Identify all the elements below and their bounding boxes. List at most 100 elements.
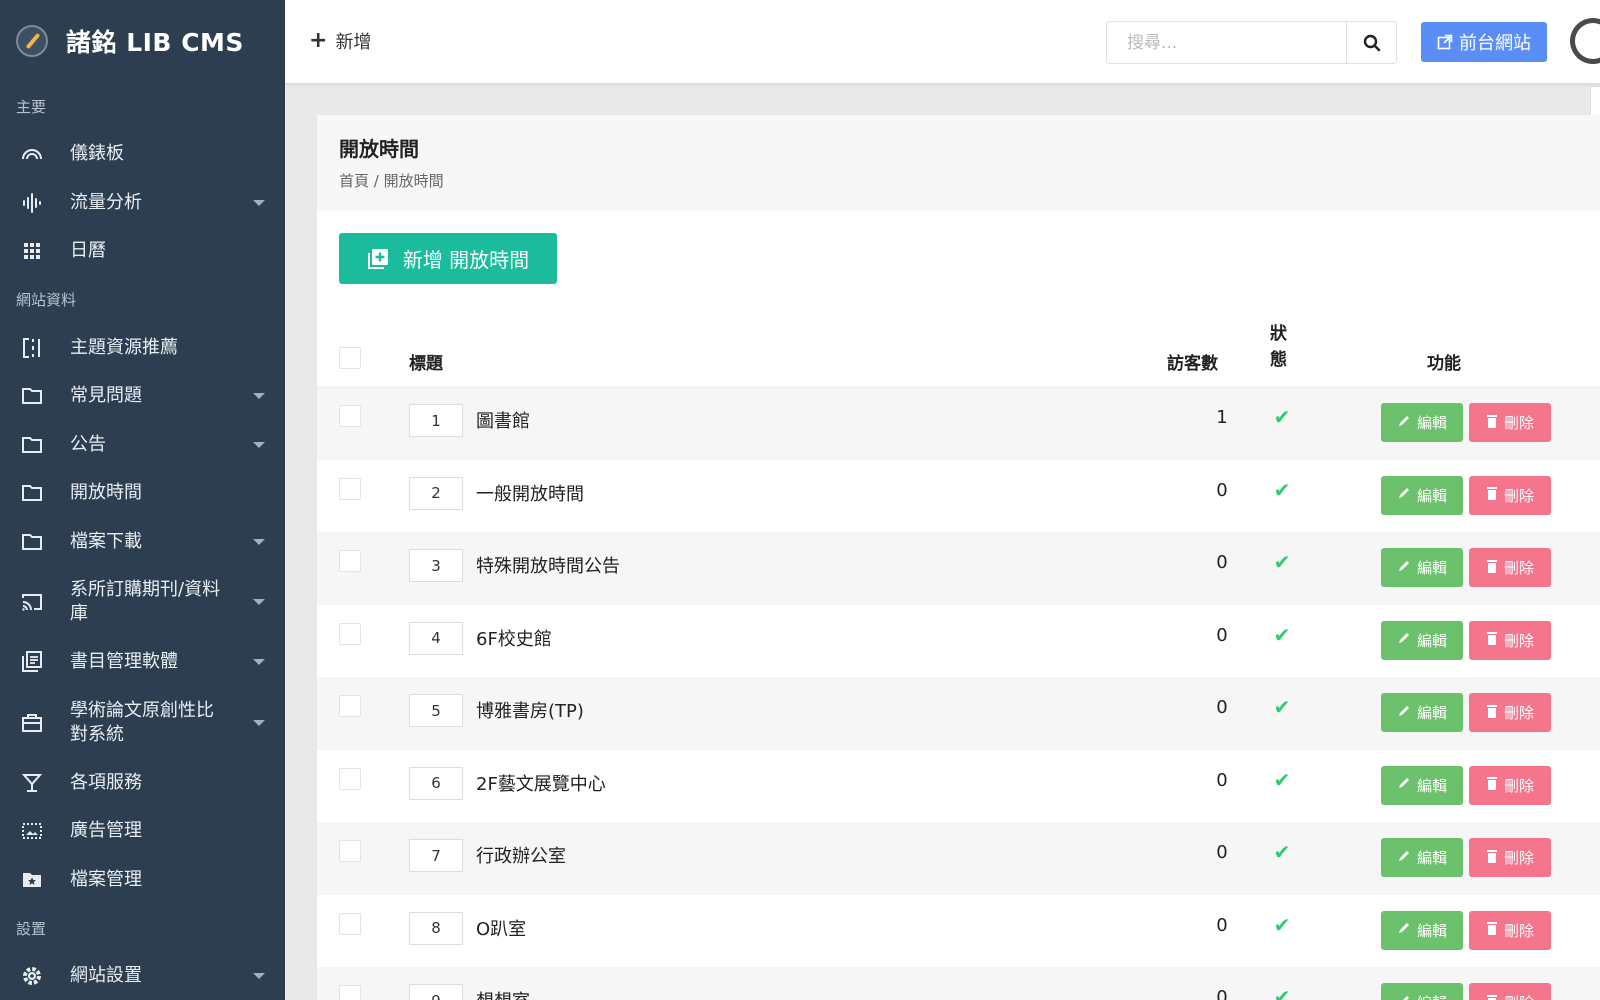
row-checkbox[interactable] <box>339 550 361 572</box>
delete-button[interactable]: 刪除 <box>1469 403 1551 442</box>
front-site-button[interactable]: 前台網站 <box>1421 22 1547 62</box>
status-check-icon[interactable]: ✔ <box>1267 840 1297 864</box>
delete-button[interactable]: 刪除 <box>1469 475 1551 515</box>
row-visits: 0 <box>1216 479 1228 501</box>
edit-button[interactable]: 編輯 <box>1381 693 1463 732</box>
edit-button[interactable]: 編輯 <box>1381 910 1463 950</box>
columns-icon <box>20 336 44 360</box>
sidebar-item-label: 廣告管理 <box>70 820 142 842</box>
delete-button[interactable]: 刪除 <box>1469 548 1551 587</box>
order-input[interactable]: 3 <box>409 549 463 582</box>
row-checkbox[interactable] <box>339 622 361 645</box>
sidebar-item-label: 儀錶板 <box>70 143 124 165</box>
row-checkbox[interactable] <box>339 767 361 790</box>
folder-icon <box>20 433 44 457</box>
order-input[interactable]: 6 <box>409 766 463 800</box>
sidebar-item[interactable]: 檔案管理 <box>0 856 285 905</box>
order-input[interactable]: 8 <box>409 911 463 945</box>
trash-icon <box>1486 559 1498 577</box>
row-checkbox[interactable] <box>339 912 361 935</box>
sidebar-item[interactable]: 主題資源推薦 <box>0 324 285 373</box>
chevron-down-icon[interactable] <box>253 393 265 400</box>
header-visits[interactable]: 訪客數 <box>1167 349 1218 374</box>
status-check-icon[interactable]: ✔ <box>1267 768 1297 792</box>
edit-button[interactable]: 編輯 <box>1381 983 1463 1000</box>
delete-button[interactable]: 刪除 <box>1469 838 1551 877</box>
user-avatar[interactable] <box>1570 18 1600 64</box>
delete-button[interactable]: 刪除 <box>1469 983 1551 1000</box>
sidebar-item[interactable]: 日曆 <box>0 227 285 276</box>
chevron-down-icon[interactable] <box>253 538 265 545</box>
header-title[interactable]: 標題 <box>409 349 443 374</box>
edit-button[interactable]: 編輯 <box>1381 548 1463 587</box>
table-row: 8 O趴室 0 ✔ 編輯 刪除 <box>317 895 1600 968</box>
brand[interactable]: 諸銘 LIB CMS <box>0 0 285 82</box>
chevron-down-icon[interactable] <box>253 973 265 980</box>
sidebar-item[interactable]: 各項服務 <box>0 759 285 808</box>
sidebar-item-label: 書目管理軟體 <box>70 651 178 673</box>
row-checkbox[interactable] <box>339 985 361 1000</box>
sidebar-nav: 主要 儀錶板 流量分析 日曆 網站資料 主題資源推薦 常見問題 公告 開放時間 檔案下載 系所訂購期… <box>0 82 285 1000</box>
delete-button[interactable]: 刪除 <box>1469 620 1551 660</box>
row-checkbox[interactable] <box>339 477 361 500</box>
delete-button[interactable]: 刪除 <box>1469 693 1551 732</box>
breadcrumb[interactable]: 首頁 / 開放時間 <box>339 170 1578 191</box>
brand-name: 諸銘 LIB CMS <box>66 28 244 57</box>
sidebar-item[interactable]: 檔案下載 <box>0 518 285 567</box>
chevron-down-icon[interactable] <box>253 199 265 206</box>
status-check-icon[interactable]: ✔ <box>1267 550 1297 574</box>
status-check-icon[interactable]: ✔ <box>1267 913 1297 937</box>
order-input[interactable]: 2 <box>409 476 463 510</box>
sidebar-item[interactable]: 網站設置 <box>0 952 285 1000</box>
row-checkbox[interactable] <box>339 405 361 427</box>
search-input[interactable] <box>1107 22 1346 63</box>
sidebar-item[interactable]: 流量分析 <box>0 179 285 228</box>
trash-icon <box>1486 921 1498 939</box>
header-status[interactable]: 狀態 <box>1270 321 1290 373</box>
search-button[interactable] <box>1346 22 1396 63</box>
status-check-icon[interactable]: ✔ <box>1267 405 1297 429</box>
chevron-down-icon[interactable] <box>253 659 265 666</box>
row-title: 圖書館 <box>476 411 530 432</box>
order-input[interactable]: 7 <box>409 839 463 872</box>
sidebar-item[interactable]: 書目管理軟體 <box>0 638 285 687</box>
edit-button[interactable]: 編輯 <box>1381 403 1463 442</box>
add-new-link[interactable]: + 新增 <box>309 28 371 54</box>
status-check-icon[interactable]: ✔ <box>1267 985 1297 1000</box>
chevron-down-icon[interactable] <box>253 441 265 448</box>
order-input[interactable]: 4 <box>409 621 463 655</box>
chevron-down-icon[interactable] <box>253 599 265 605</box>
sidebar-item-label: 檔案下載 <box>70 530 142 552</box>
data-table: 標題 訪客數 狀態 功能 1 圖書館 1 ✔ 編輯 刪除 2 一般開放時間 0 … <box>317 305 1600 1000</box>
sidebar-item[interactable]: 廣告管理 <box>0 807 285 856</box>
sidebar-item[interactable]: 學術論文原創性比對系統 <box>0 687 285 759</box>
edit-button[interactable]: 編輯 <box>1381 475 1463 515</box>
order-input[interactable]: 9 <box>409 984 463 1000</box>
row-checkbox[interactable] <box>339 840 361 862</box>
status-check-icon[interactable]: ✔ <box>1267 478 1297 502</box>
order-input[interactable]: 1 <box>409 404 463 437</box>
chevron-down-icon[interactable] <box>253 719 265 726</box>
sidebar-item[interactable]: 儀錶板 <box>0 130 285 179</box>
add-opening-hours-button[interactable]: 新增 開放時間 <box>339 233 557 284</box>
edit-button[interactable]: 編輯 <box>1381 838 1463 877</box>
edit-button[interactable]: 編輯 <box>1381 765 1463 805</box>
row-title: 一般開放時間 <box>476 483 584 505</box>
delete-button[interactable]: 刪除 <box>1469 910 1551 950</box>
delete-button[interactable]: 刪除 <box>1469 765 1551 805</box>
edit-button[interactable]: 編輯 <box>1381 620 1463 660</box>
status-check-icon[interactable]: ✔ <box>1267 623 1297 647</box>
select-all-checkbox[interactable] <box>339 347 361 369</box>
sidebar-item[interactable]: 公告 <box>0 421 285 470</box>
sidebar-item[interactable]: 系所訂購期刊/資料庫 <box>0 566 285 638</box>
table-row: 3 特殊開放時間公告 0 ✔ 編輯 刪除 <box>317 532 1600 605</box>
trash-icon <box>1486 704 1498 722</box>
trash-icon <box>1486 631 1498 649</box>
row-checkbox[interactable] <box>339 695 361 717</box>
order-input[interactable]: 5 <box>409 694 463 727</box>
sidebar-section-label: 設置 <box>16 919 47 938</box>
sidebar-item[interactable]: 常見問題 <box>0 372 285 421</box>
sidebar-item[interactable]: 開放時間 <box>0 469 285 518</box>
status-check-icon[interactable]: ✔ <box>1267 695 1297 719</box>
pencil-icon <box>1397 704 1411 722</box>
